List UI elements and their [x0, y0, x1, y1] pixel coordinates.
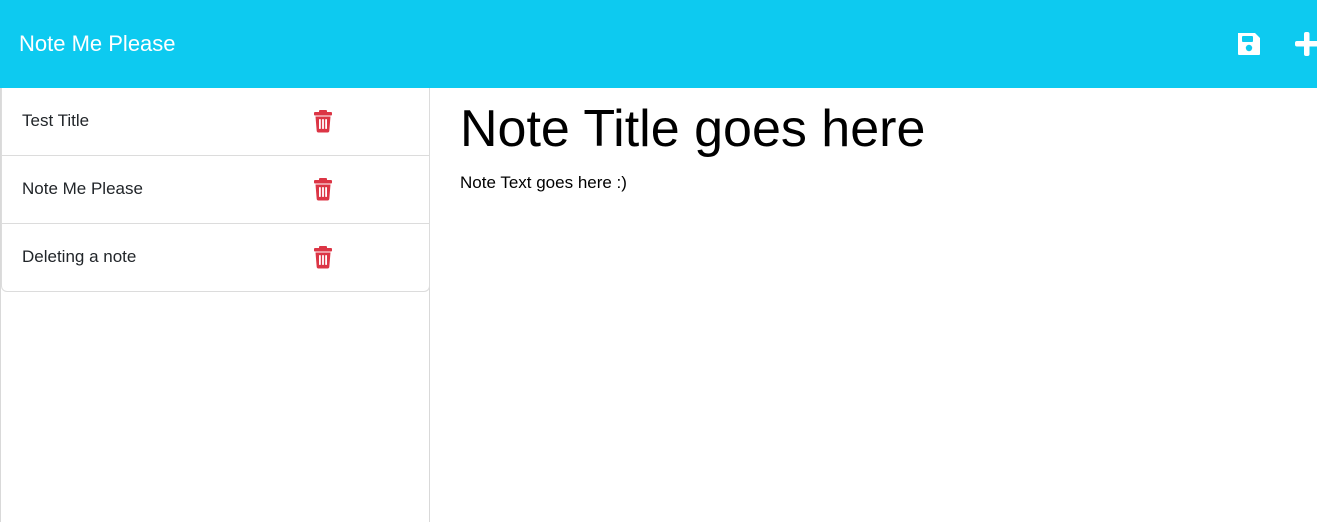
new-note-button[interactable]: [1293, 30, 1317, 58]
note-title: Note Me Please: [22, 179, 143, 198]
note-list-item[interactable]: Deleting a note: [2, 223, 429, 291]
note-list-sidebar: Test Title Note Me Please Deleting a not…: [0, 88, 430, 522]
trash-icon: [314, 178, 332, 201]
trash-icon: [314, 246, 332, 269]
note-list-item[interactable]: Test Title: [2, 88, 429, 155]
floppy-disk-icon: [1238, 33, 1260, 55]
brand-link[interactable]: Note Me Please: [19, 30, 176, 58]
note-title-input[interactable]: [460, 98, 1280, 160]
note-list: Test Title Note Me Please Deleting a not…: [1, 88, 430, 292]
note-text-input[interactable]: [460, 172, 1280, 472]
delete-note-button[interactable]: [312, 109, 334, 133]
delete-note-button[interactable]: [312, 177, 334, 201]
plus-icon: [1295, 32, 1317, 56]
note-title: Deleting a note: [22, 247, 137, 266]
trash-icon: [314, 110, 332, 133]
save-note-button[interactable]: [1235, 30, 1263, 58]
delete-note-button[interactable]: [312, 245, 334, 269]
note-editor: [431, 88, 1317, 522]
navbar: Note Me Please: [0, 0, 1317, 88]
note-title: Test Title: [22, 111, 90, 130]
note-list-item[interactable]: Note Me Please: [2, 155, 429, 223]
